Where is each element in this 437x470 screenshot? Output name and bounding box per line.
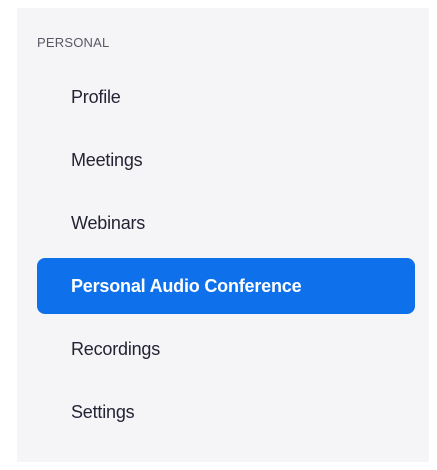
nav-list: Profile Meetings Webinars Personal Audio… xyxy=(37,69,415,447)
sidebar-item-recordings[interactable]: Recordings xyxy=(37,321,415,377)
sidebar-item-personal-audio-conference[interactable]: Personal Audio Conference xyxy=(37,258,415,314)
section-title-personal: PERSONAL xyxy=(37,35,110,50)
sidebar-item-webinars[interactable]: Webinars xyxy=(37,195,415,251)
sidebar-item-settings[interactable]: Settings xyxy=(37,384,415,440)
sidebar-item-meetings[interactable]: Meetings xyxy=(37,132,415,188)
sidebar-nav: PERSONAL Profile Meetings Webinars Perso… xyxy=(17,8,429,462)
sidebar-item-profile[interactable]: Profile xyxy=(37,69,415,125)
page: PERSONAL Profile Meetings Webinars Perso… xyxy=(0,0,437,470)
